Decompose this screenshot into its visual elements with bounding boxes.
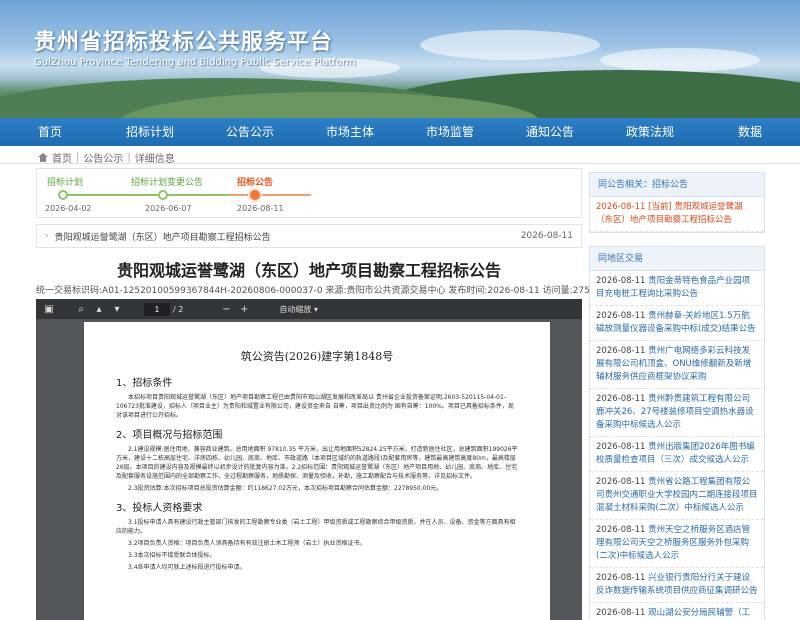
nav-notices[interactable]: 通知公告 — [500, 118, 600, 146]
related-item[interactable]: 2026-08-11 [当前] 贵阳观城运誉鹭湖（东区）地产项目勘察工程招标公告 — [590, 197, 764, 232]
step-dot-plan-change — [158, 190, 168, 200]
notice-text: 贵阳观城运誉鹭湖（东区）地产项目勘察工程招标公告 — [54, 232, 271, 243]
previous-page-icon[interactable]: ▴ — [90, 304, 108, 315]
list-item[interactable]: 2026-08-11 贵州省公路工程集团有限公司贵州交通职业大学校园内二期连接段… — [590, 472, 764, 520]
paragraph: 3.2项目负责人资格：项目负责人须具备持有有效注册土木工程师（岩土）执业资格证书… — [128, 540, 366, 547]
list-item-date: 2026-08-11 — [596, 477, 646, 487]
step-dot-plan — [58, 190, 68, 200]
list-item[interactable]: 2026-08-11 贵阳金蒂特色食品产业园项目充电桩工程询比采购公告 — [590, 271, 764, 306]
list-item[interactable]: 2026-08-11 观山湖公安分局民辅警（工勤）购买商业保险服务（四次）竞争性… — [590, 603, 764, 620]
section-heading: 2、项目概况与招标范围 — [116, 430, 223, 441]
zoom-select[interactable]: 自动缩放 ▾ — [279, 304, 318, 315]
sidebar-toggle-icon[interactable]: ▣ — [40, 304, 58, 315]
pdf-viewer: ▣ ⌕ ▴ ▾ / 2 − + 自动缩放 ▾ 筑公资告(2026)建字第1848… — [36, 299, 582, 620]
section-heading: 1、招标条件 — [116, 378, 173, 389]
site-title: 贵州省招标投标公共服务平台 — [34, 30, 334, 55]
paragraph: 2.1建设规模:居住用地，兼容商业建筑。总用地面积 97810.35 平方米，出… — [116, 446, 518, 480]
list-item-date: 2026-08-11 — [596, 573, 646, 583]
home-icon — [38, 153, 48, 162]
list-item[interactable]: 2026-08-11 兴业银行贵阳分行关于建设反诈数据传输系统项目供应商征集调研… — [590, 568, 764, 603]
article-title: 贵阳观城运誉鹭湖（东区）地产项目勘察工程招标公告 — [116, 261, 501, 280]
nav-data[interactable]: 数据 — [700, 118, 800, 146]
breadcrumb-separator: | — [76, 152, 80, 163]
divider — [0, 163, 800, 164]
list-item-date: 2026-08-11 — [596, 394, 646, 404]
paragraph: 2.3投资估算:本次招标项目总投资估算金额：约118627.02万元，本次招标项… — [128, 485, 443, 492]
related-panel-title: 同公告相关：招标公告 — [590, 173, 764, 197]
step-label-plan-change[interactable]: 招标计划变更公告 — [131, 175, 203, 188]
step-connector — [229, 194, 311, 196]
step-date-tender: 2026-08-11 — [237, 204, 284, 213]
nav-home[interactable]: 首页 — [0, 118, 100, 146]
related-item-date: 2026-08-11 — [596, 202, 646, 212]
step-date-plan-change: 2026-06-07 — [145, 204, 192, 213]
page-total: / 2 — [173, 304, 184, 314]
list-item-date: 2026-08-11 — [596, 525, 646, 535]
same-area-panel: 同地区交易 2026-08-11 贵阳金蒂特色食品产业园项目充电桩工程询比采购公… — [589, 246, 765, 620]
notice-date: 2026-08-11 — [520, 231, 573, 241]
site-subtitle: GuiZhou Province Tendering and Bidding P… — [34, 57, 356, 68]
process-steps: 招标计划 2026-04-02 招标计划变更公告 2026-06-07 招标公告… — [36, 168, 582, 218]
breadcrumb-separator: | — [127, 152, 131, 163]
related-panel: 同公告相关：招标公告 2026-08-11 [当前] 贵阳观城运誉鹭湖（东区）地… — [589, 172, 765, 233]
list-item[interactable]: 2026-08-11 贵州黔贵建筑工程有限公司鹿冲关26、27号楼装修项目空调热… — [590, 389, 764, 437]
step-dot-tender — [250, 190, 260, 200]
paragraph: 3.4各申请人均可就上述标段进行投标申请。 — [128, 564, 246, 571]
list-item-date: 2026-08-11 — [596, 311, 646, 321]
main-nav: 首页 招标计划 公告公示 市场主体 市场监管 通知公告 政策法规 数据 — [0, 118, 800, 146]
step-connector — [143, 194, 229, 196]
step-connector — [63, 194, 143, 196]
nav-policies[interactable]: 政策法规 — [600, 118, 700, 146]
page-number-input[interactable] — [144, 302, 170, 316]
nav-tender-plan[interactable]: 招标计划 — [100, 118, 200, 146]
zoom-out-icon[interactable]: − — [217, 304, 235, 315]
list-item[interactable]: 2026-08-11 贵州广电网络多彩云科技发展有限公司机顶盒、ONU维修翻新及… — [590, 341, 764, 389]
step-label-plan[interactable]: 招标计划 — [47, 175, 83, 188]
list-item[interactable]: 2026-08-11 贵州出版集团2026年图书编校质量检查项目（三次）成交候选… — [590, 437, 764, 472]
chevron-right-icon: › — [45, 231, 49, 241]
list-item-date: 2026-08-11 — [596, 346, 646, 356]
pdf-page: 筑公资告(2026)建字第1848号 1、招标条件 本招标项目贵阳观城运誉鹭湖（… — [84, 322, 550, 620]
search-icon[interactable]: ⌕ — [72, 304, 90, 315]
nav-market-supervision[interactable]: 市场监管 — [400, 118, 500, 146]
nav-market-entities[interactable]: 市场主体 — [300, 118, 400, 146]
pdf-toolbar: ▣ ⌕ ▴ ▾ / 2 − + 自动缩放 ▾ — [36, 299, 582, 319]
step-date-plan: 2026-04-02 — [45, 204, 92, 213]
paragraph: 本招标项目贵阳观城运誉鹭湖（东区）地产项目勘察工程已由贵阳市观山湖区发展和改革局… — [116, 394, 514, 419]
nav-announcements[interactable]: 公告公示 — [200, 118, 300, 146]
list-item-date: 2026-08-11 — [596, 608, 646, 618]
zoom-value: 自动缩放 — [279, 304, 312, 314]
list-item-date: 2026-08-11 — [596, 442, 646, 452]
document-number: 筑公资告(2026)建字第1848号 — [240, 350, 394, 363]
zoom-in-icon[interactable]: + — [235, 304, 253, 315]
list-item-date: 2026-08-11 — [596, 276, 646, 286]
step-label-tender[interactable]: 招标公告 — [237, 175, 273, 188]
paragraph: 3.3本次招标不接受联合体投标。 — [128, 552, 216, 559]
article-meta: 统一交易标识码:A01-12520100599367844H-20260806-… — [36, 286, 590, 296]
list-item[interactable]: 2026-08-11 贵州赫章-关岭地区1.5万航磁放测量仪器设备采购中标(成交… — [590, 306, 764, 341]
header-banner: 贵州省招标投标公共服务平台 GuiZhou Province Tendering… — [0, 0, 800, 118]
notice-row[interactable]: › 贵阳观城运誉鹭湖（东区）地产项目勘察工程招标公告 2026-08-11 — [36, 224, 582, 248]
list-item[interactable]: 2026-08-11 贵州天空之桥服务区酒店管理有限公司天空之桥服务区服务外包采… — [590, 520, 764, 568]
next-page-icon[interactable]: ▾ — [108, 304, 126, 315]
section-heading: 3、投标人资格要求 — [116, 503, 203, 514]
paragraph: 3.1投标申请人具有建设行政主管部门核发的工程勘察专业类（岩土工程）甲级资质或工… — [116, 519, 516, 535]
same-area-panel-title: 同地区交易 — [590, 247, 764, 271]
